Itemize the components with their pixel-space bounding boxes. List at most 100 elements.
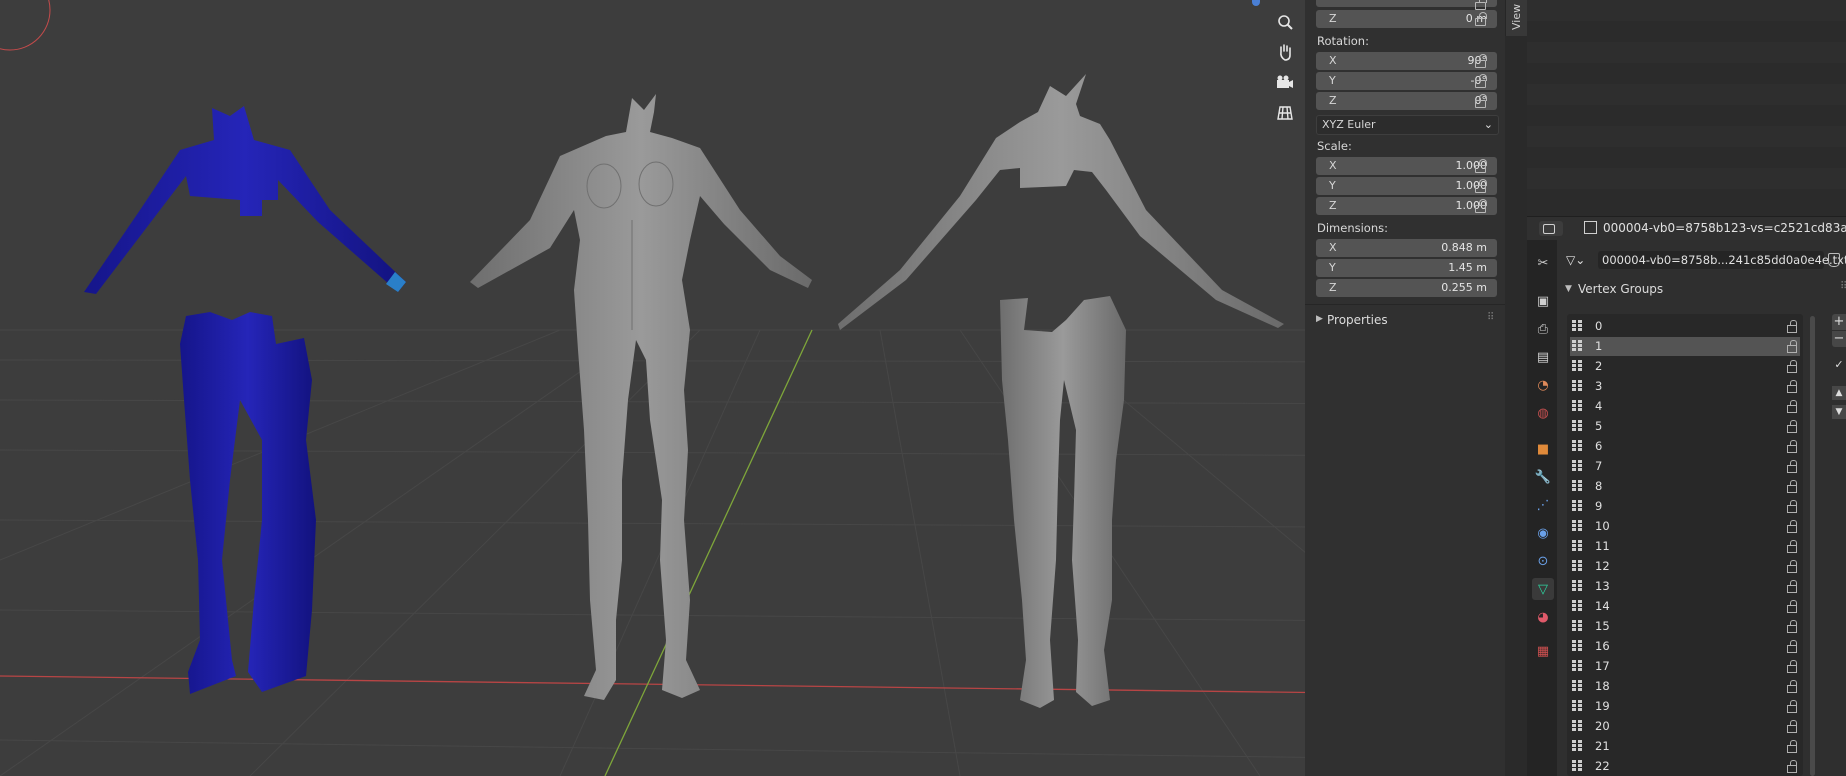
modifier-icon[interactable]: 🔧 <box>1532 466 1554 488</box>
lock-icon[interactable] <box>1784 680 1798 693</box>
vertex-groups-panel-header[interactable]: ▼ Vertex Groups ⠿ <box>1563 281 1846 301</box>
vertex-group-item[interactable]: 11 <box>1570 537 1800 556</box>
scene-icon[interactable]: ◔ <box>1532 374 1554 396</box>
vertex-group-item[interactable]: 19 <box>1570 697 1800 716</box>
object-name-breadcrumb[interactable]: 000004-vb0=8758b123-vs=c2521cd83a49da <box>1603 221 1846 235</box>
lock-icon[interactable] <box>1784 480 1798 493</box>
lock-icon[interactable] <box>1784 320 1798 333</box>
vertex-group-item[interactable]: 22 <box>1570 757 1800 776</box>
vertex-group-item[interactable]: 10 <box>1570 517 1800 536</box>
mesh-browse-icon[interactable]: ▽⌄ <box>1566 253 1585 267</box>
lock-icon[interactable] <box>1473 74 1487 88</box>
material-icon[interactable]: ◕ <box>1532 606 1554 628</box>
object-icon[interactable]: ■ <box>1532 438 1554 460</box>
list-scrollbar[interactable] <box>1810 316 1815 776</box>
lock-icon[interactable] <box>1784 660 1798 673</box>
location-z-field[interactable]: Z 0 m <box>1316 10 1497 28</box>
outliner-row[interactable] <box>1527 168 1846 189</box>
vertex-group-item[interactable]: 20 <box>1570 717 1800 736</box>
lock-icon[interactable] <box>1784 760 1798 773</box>
lock-icon[interactable] <box>1473 0 1487 10</box>
view-layer-icon[interactable]: ▤ <box>1532 346 1554 368</box>
outliner-row[interactable] <box>1527 84 1846 105</box>
vertex-group-item[interactable]: 1 <box>1570 337 1800 356</box>
particles-icon[interactable]: ⋰ <box>1532 494 1554 516</box>
output-icon[interactable]: ⎙ <box>1532 318 1554 340</box>
toggle-projection-button[interactable] <box>1272 100 1298 126</box>
body-mesh-object[interactable] <box>470 94 812 700</box>
mesh-datablock-row[interactable]: ▽⌄ 000004-vb0=8758b...241c85dd0a0e4e.txt <box>1566 251 1846 271</box>
scale-z-field[interactable]: Z 1.000 <box>1316 197 1497 215</box>
lock-icon[interactable] <box>1784 740 1798 753</box>
constraints-icon[interactable]: ⊙ <box>1532 550 1554 572</box>
tab-view[interactable]: View <box>1505 0 1528 36</box>
vertex-group-item[interactable]: 5 <box>1570 417 1800 436</box>
lock-icon[interactable] <box>1473 159 1487 173</box>
clothing-mesh-object[interactable] <box>838 74 1284 708</box>
rotation-mode-dropdown[interactable]: XYZ Euler ⌄ <box>1316 115 1499 135</box>
vertex-group-item[interactable]: 0 <box>1570 317 1800 336</box>
3d-cursor[interactable] <box>0 0 51 51</box>
lock-icon[interactable] <box>1784 460 1798 473</box>
lock-icon[interactable] <box>1784 380 1798 393</box>
remove-vertex-group-button[interactable]: − <box>1832 331 1846 347</box>
scale-y-field[interactable]: Y 1.000 <box>1316 177 1497 195</box>
zoom-button[interactable] <box>1272 9 1298 35</box>
vertex-group-item[interactable]: 16 <box>1570 637 1800 656</box>
lock-icon[interactable] <box>1784 720 1798 733</box>
location-y-field[interactable] <box>1316 0 1497 7</box>
outliner-row[interactable] <box>1527 42 1846 63</box>
render-icon[interactable]: ▣ <box>1532 290 1554 312</box>
vertex-group-item[interactable]: 8 <box>1570 477 1800 496</box>
lock-icon[interactable] <box>1784 620 1798 633</box>
texture-icon[interactable]: ▦ <box>1532 640 1554 662</box>
drag-handle-icon[interactable]: ⠿ <box>1840 281 1846 292</box>
vertex-group-item[interactable]: 12 <box>1570 557 1800 576</box>
dimensions-y-field[interactable]: Y 1.45 m <box>1316 259 1497 277</box>
editor-type-button[interactable] <box>1539 221 1563 236</box>
3d-viewport[interactable] <box>0 0 1505 776</box>
specials-menu-button[interactable]: ✓ <box>1832 358 1846 376</box>
vertex-group-item[interactable]: 9 <box>1570 497 1800 516</box>
vertex-group-item[interactable]: 14 <box>1570 597 1800 616</box>
lock-icon[interactable] <box>1784 640 1798 653</box>
vertex-group-item[interactable]: 13 <box>1570 577 1800 596</box>
vertex-group-item[interactable]: 18 <box>1570 677 1800 696</box>
drag-handle-icon[interactable]: ⠿ <box>1487 312 1494 323</box>
lock-icon[interactable] <box>1473 179 1487 193</box>
lock-icon[interactable] <box>1473 94 1487 108</box>
lock-icon[interactable] <box>1473 54 1487 68</box>
move-up-button[interactable]: ▲ <box>1832 386 1846 400</box>
lock-icon[interactable] <box>1473 12 1487 26</box>
vertex-group-item[interactable]: 4 <box>1570 397 1800 416</box>
lock-icon[interactable] <box>1784 540 1798 553</box>
mesh-name-field[interactable]: 000004-vb0=8758b...241c85dd0a0e4e.txt <box>1598 251 1846 269</box>
properties-subpanel-header[interactable]: ▶ Properties ⠿ <box>1313 312 1503 330</box>
scale-x-field[interactable]: X 1.000 <box>1316 157 1497 175</box>
outliner-row[interactable] <box>1527 126 1846 147</box>
rotation-y-field[interactable]: Y -0° <box>1316 72 1497 90</box>
lock-icon[interactable] <box>1784 440 1798 453</box>
vertex-group-item[interactable]: 2 <box>1570 357 1800 376</box>
add-vertex-group-button[interactable]: + <box>1832 314 1846 330</box>
outliner-row[interactable] <box>1527 0 1846 21</box>
fake-user-shield-icon[interactable] <box>1828 253 1840 267</box>
dimensions-x-field[interactable]: X 0.848 m <box>1316 239 1497 257</box>
tool-icon[interactable]: ✂ <box>1532 252 1554 274</box>
rotation-z-field[interactable]: Z 0° <box>1316 92 1497 110</box>
lock-icon[interactable] <box>1784 420 1798 433</box>
lock-icon[interactable] <box>1784 600 1798 613</box>
rotation-x-field[interactable]: X 90° <box>1316 52 1497 70</box>
lock-icon[interactable] <box>1784 500 1798 513</box>
pan-button[interactable] <box>1272 39 1298 65</box>
vertex-group-item[interactable]: 21 <box>1570 737 1800 756</box>
lock-icon[interactable] <box>1784 580 1798 593</box>
vertex-group-item[interactable]: 17 <box>1570 657 1800 676</box>
vertex-group-item[interactable]: 3 <box>1570 377 1800 396</box>
vertex-group-item[interactable]: 6 <box>1570 437 1800 456</box>
physics-icon[interactable]: ◉ <box>1532 522 1554 544</box>
lock-icon[interactable] <box>1784 520 1798 533</box>
lock-icon[interactable] <box>1784 340 1798 353</box>
lock-icon[interactable] <box>1784 400 1798 413</box>
camera-view-button[interactable] <box>1272 69 1298 95</box>
